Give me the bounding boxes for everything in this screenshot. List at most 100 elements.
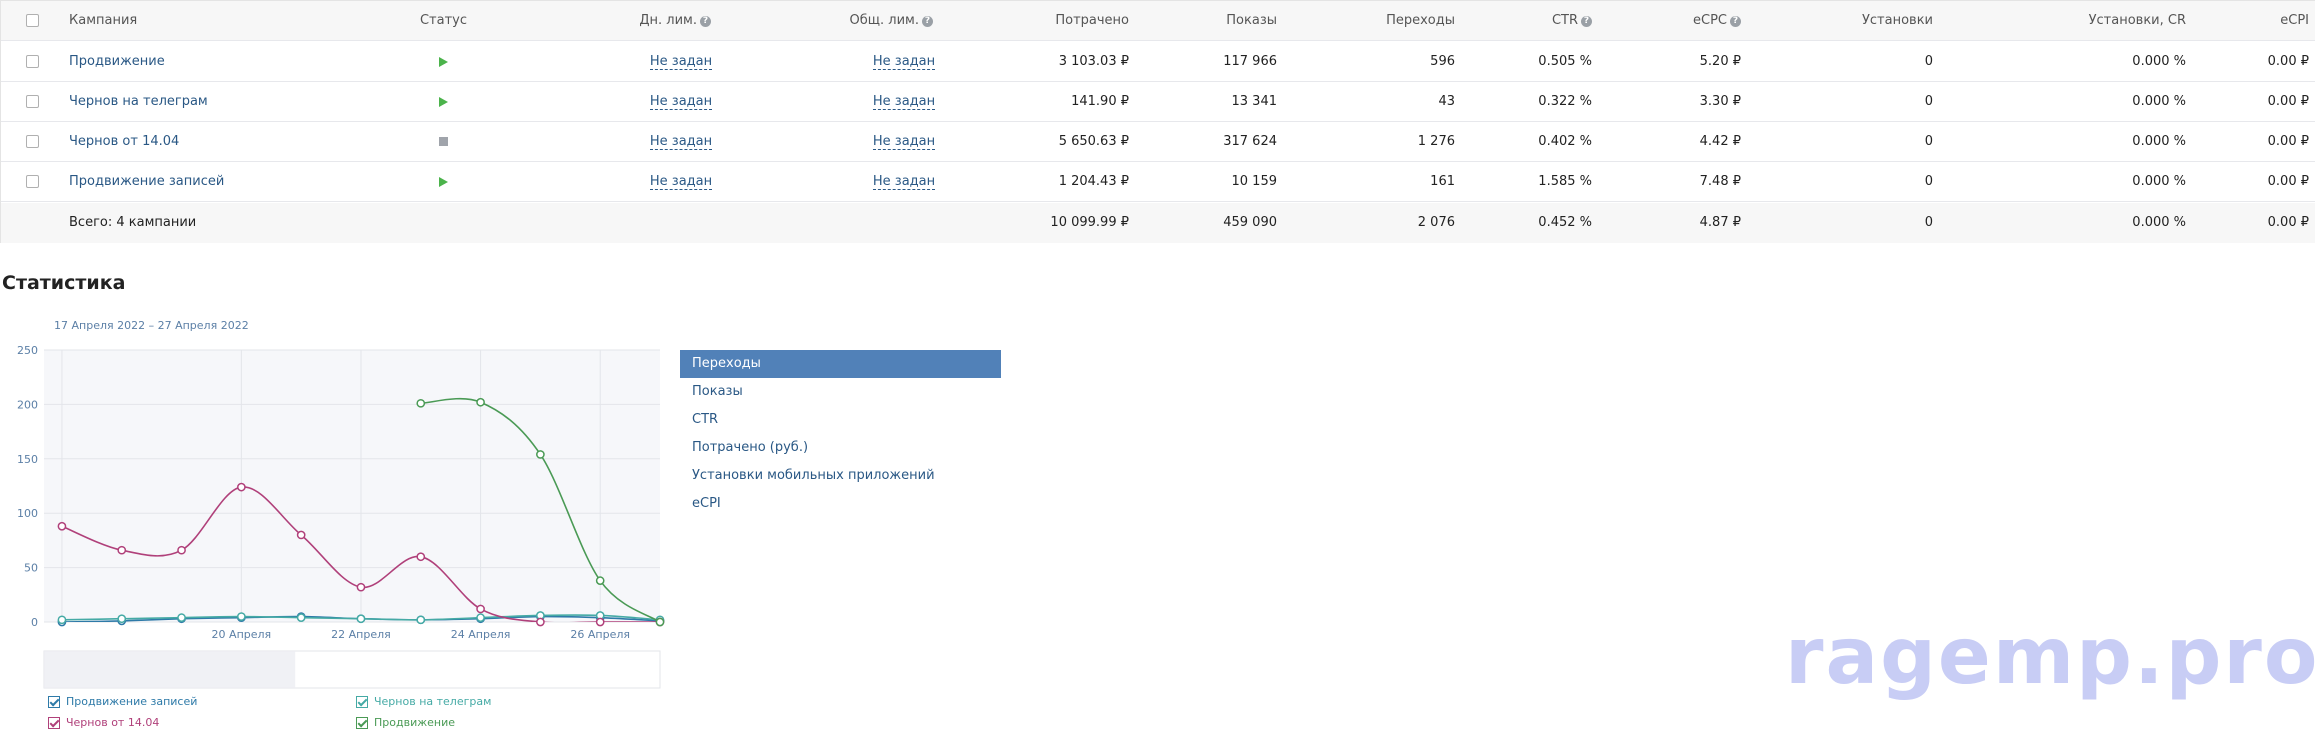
daily-limit-link[interactable]: Не задан [649,174,713,190]
statistics-chart[interactable]: 0 50 100 150 200 250 20 Апреля 22 Апреля 24 Апре… [0,338,680,698]
cell-installs: 0 [1924,54,1933,69]
legend-checkbox[interactable] [48,695,60,708]
header-spent[interactable]: Потрачено [1001,1,1129,41]
help-icon[interactable]: ? [1581,16,1592,27]
total-limit-link[interactable]: Не задан [872,94,936,110]
cell-installs-cr: 0.000 % [2132,94,2186,109]
total-label: Всего: 4 кампании [69,215,197,230]
daily-limit-link[interactable]: Не задан [649,54,713,70]
play-icon[interactable] [439,96,448,107]
help-icon[interactable]: ? [1730,16,1741,27]
header-total-limit-label: Общ. лим. [849,13,919,28]
metric-item[interactable]: eCPI [680,490,1001,518]
header-installs[interactable]: Установки [1761,1,1933,41]
cell-clicks: 1 276 [1417,134,1455,149]
legend-item[interactable]: Продвижение [356,716,455,729]
legend-item[interactable]: Чернов на телеграм [356,695,491,708]
total-installs: 0 [1924,215,1933,230]
metric-item[interactable]: Установки мобильных приложений [680,462,1001,490]
total-impressions: 459 090 [1223,215,1277,230]
cell-ctr: 0.322 % [1538,94,1592,109]
cell-spent: 1 204.43 ₽ [1058,174,1129,189]
header-ecpc-label: eCPC [1693,13,1727,28]
data-point [57,521,67,531]
campaigns-table: Кампания Статус Дн. лим.? Общ. лим.? Пот… [0,0,2315,243]
legend-item[interactable]: Чернов от 14.04 [48,716,159,729]
header-installs-cr[interactable]: Установки, CR [2001,1,2186,41]
data-point [117,545,127,555]
data-point [595,576,605,586]
metric-item[interactable]: Переходы [680,350,1001,378]
cell-clicks: 161 [1430,174,1455,189]
metric-item[interactable]: Потрачено (руб.) [680,434,1001,462]
y-tick-label: 0 [31,616,38,629]
metric-item[interactable]: Показы [680,378,1001,406]
play-icon[interactable] [439,56,448,67]
legend-checkbox[interactable] [356,695,368,708]
stop-icon[interactable] [439,137,448,146]
header-total-limit[interactable]: Общ. лим.? [821,1,933,41]
row-checkbox[interactable] [26,135,39,148]
row-checkbox[interactable] [26,175,39,188]
row-checkbox[interactable] [26,55,39,68]
legend-item[interactable]: Продвижение записей [48,695,197,708]
row-checkbox[interactable] [26,95,39,108]
table-header-row: Кампания Статус Дн. лим.? Общ. лим.? Пот… [1,1,2315,41]
cell-ctr: 1.585 % [1538,174,1592,189]
data-point [117,614,127,624]
header-daily-limit[interactable]: Дн. лим.? [601,1,711,41]
metric-item[interactable]: CTR [680,406,1001,434]
table-row: Продвижение Не задан Не задан 3 103.03 ₽ 117… [1,42,2315,82]
data-point [356,614,366,624]
data-point [416,552,426,562]
watermark: ragemp.pro [1785,612,2315,702]
data-point [476,613,485,622]
header-status[interactable]: Статус [401,1,486,41]
cell-ecpi: 0.00 ₽ [2267,134,2309,149]
legend-checkbox[interactable] [356,716,368,729]
data-point [177,613,186,622]
help-icon[interactable]: ? [700,16,711,27]
header-clicks[interactable]: Переходы [1301,1,1455,41]
campaign-name-link[interactable]: Чернов на телеграм [69,82,208,122]
period-range[interactable]: 17 Апреля 2022 – 27 Апреля 2022 [54,319,249,332]
x-tick-label: 20 Апреля [212,628,272,641]
daily-limit-link[interactable]: Не задан [649,94,713,110]
header-ctr-label: CTR [1551,13,1578,28]
header-ctr[interactable]: CTR? [1481,1,1592,41]
total-limit-link[interactable]: Не задан [872,174,936,190]
status-cell [401,122,486,162]
cell-impressions: 117 966 [1223,54,1277,69]
header-impressions[interactable]: Показы [1151,1,1277,41]
header-daily-limit-label: Дн. лим. [639,13,697,28]
data-point [237,612,246,621]
cell-clicks: 43 [1438,94,1455,109]
y-tick-label: 100 [17,507,38,520]
select-all-checkbox[interactable] [26,14,39,27]
legend-checkbox[interactable] [48,716,60,729]
legend-label: Чернов на телеграм [374,695,492,708]
campaign-name-link[interactable]: Продвижение [69,42,165,82]
metric-selector: Переходы Показы CTR Потрачено (руб.) Установ… [680,350,1001,518]
total-limit-link[interactable]: Не задан [872,54,936,70]
total-limit-link[interactable]: Не задан [872,134,936,150]
daily-limit-cell: Не задан [626,162,736,202]
play-icon[interactable] [439,176,448,187]
status-cell [401,82,486,122]
daily-limit-link[interactable]: Не задан [649,134,713,150]
legend-label: Продвижение записей [66,695,198,708]
campaign-name-link[interactable]: Продвижение записей [69,162,224,202]
total-clicks: 2 076 [1417,215,1455,230]
cell-ecpc: 4.42 ₽ [1699,134,1741,149]
daily-limit-cell: Не задан [626,122,736,162]
table-row: Чернов от 14.04 Не задан Не задан 5 650.63 … [1,122,2315,162]
data-point [237,482,246,492]
campaign-name-link[interactable]: Чернов от 14.04 [69,122,179,162]
header-ecpi[interactable]: eCPI [2201,1,2309,41]
cell-ecpc: 3.30 ₽ [1699,94,1741,109]
legend-label: Продвижение [374,716,456,729]
help-icon[interactable]: ? [922,16,933,27]
header-campaign[interactable]: Кампания [69,1,137,41]
header-ecpc[interactable]: eCPC? [1621,1,1741,41]
data-point [296,530,306,540]
